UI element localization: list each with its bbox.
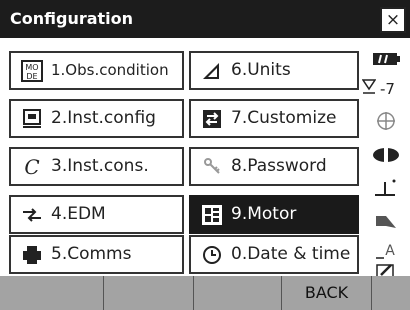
menu-item-date-time[interactable]: 0.Date & time	[189, 235, 359, 274]
menu-item-inst-cons[interactable]: C 3.Inst.cons.	[9, 147, 184, 186]
triangle-units-icon	[201, 60, 223, 82]
tilt-value: -7	[380, 80, 395, 98]
title-bar: Configuration ×	[0, 0, 410, 38]
svg-text:DE: DE	[26, 72, 37, 81]
obs-condition-icon: MO DE	[21, 59, 43, 82]
config-menu-panel: MO DE 1.Obs.condition 6.Units 2.Inst.conf…	[0, 38, 410, 276]
close-button[interactable]: ×	[380, 7, 406, 33]
motor-icon	[201, 204, 223, 226]
edm-arrows-icon	[21, 204, 43, 226]
menu-item-label: 2.Inst.config	[51, 108, 156, 128]
softkey-f1[interactable]	[0, 276, 104, 310]
menu-item-inst-config[interactable]: 2.Inst.config	[9, 99, 184, 138]
instrument-config-icon	[21, 108, 43, 130]
softkey-f5[interactable]	[372, 276, 410, 310]
instrument-height-icon	[362, 170, 410, 204]
clock-icon	[201, 244, 223, 266]
menu-item-label: 3.Inst.cons.	[51, 156, 149, 176]
menu-item-customize[interactable]: 7.Customize	[189, 99, 359, 138]
softkey-f2[interactable]	[104, 276, 194, 310]
laser-pointer-icon	[362, 204, 410, 238]
menu-item-password[interactable]: 8.Password	[189, 147, 359, 186]
menu-item-label: 9.Motor	[231, 204, 297, 224]
menu-item-comms[interactable]: 5.Comms	[9, 235, 184, 274]
target-crosshair-icon	[362, 104, 410, 138]
back-softkey[interactable]: BACK	[282, 276, 372, 310]
status-sidebar: -7 A	[361, 38, 410, 278]
menu-item-edm[interactable]: 4.EDM	[9, 195, 184, 234]
menu-item-label: 4.EDM	[51, 204, 106, 224]
comms-icon	[21, 244, 43, 266]
constant-c-icon: C	[21, 156, 43, 178]
menu-item-motor[interactable]: 9.Motor	[189, 195, 359, 234]
tilt-icon	[361, 79, 377, 99]
window-title: Configuration	[10, 9, 134, 28]
prism-target-icon	[362, 138, 410, 172]
menu-item-label: 1.Obs.condition	[51, 61, 169, 79]
menu-item-label: 0.Date & time	[231, 244, 351, 264]
menu-item-label: 7.Customize	[231, 108, 337, 128]
key-icon	[201, 156, 223, 178]
menu-item-obs-condition[interactable]: MO DE 1.Obs.condition	[9, 51, 184, 90]
menu-item-label: 5.Comms	[51, 244, 132, 264]
menu-item-label: 8.Password	[231, 156, 327, 176]
menu-item-units[interactable]: 6.Units	[189, 51, 359, 90]
softkey-bar: BACK	[0, 276, 410, 310]
svg-text:C: C	[24, 156, 39, 178]
tilt-status: -7	[361, 72, 410, 106]
battery-icon	[362, 42, 410, 76]
customize-arrows-icon	[201, 108, 223, 130]
menu-item-label: 6.Units	[231, 60, 291, 80]
svg-text:MO: MO	[25, 63, 38, 72]
softkey-f3[interactable]	[194, 276, 282, 310]
